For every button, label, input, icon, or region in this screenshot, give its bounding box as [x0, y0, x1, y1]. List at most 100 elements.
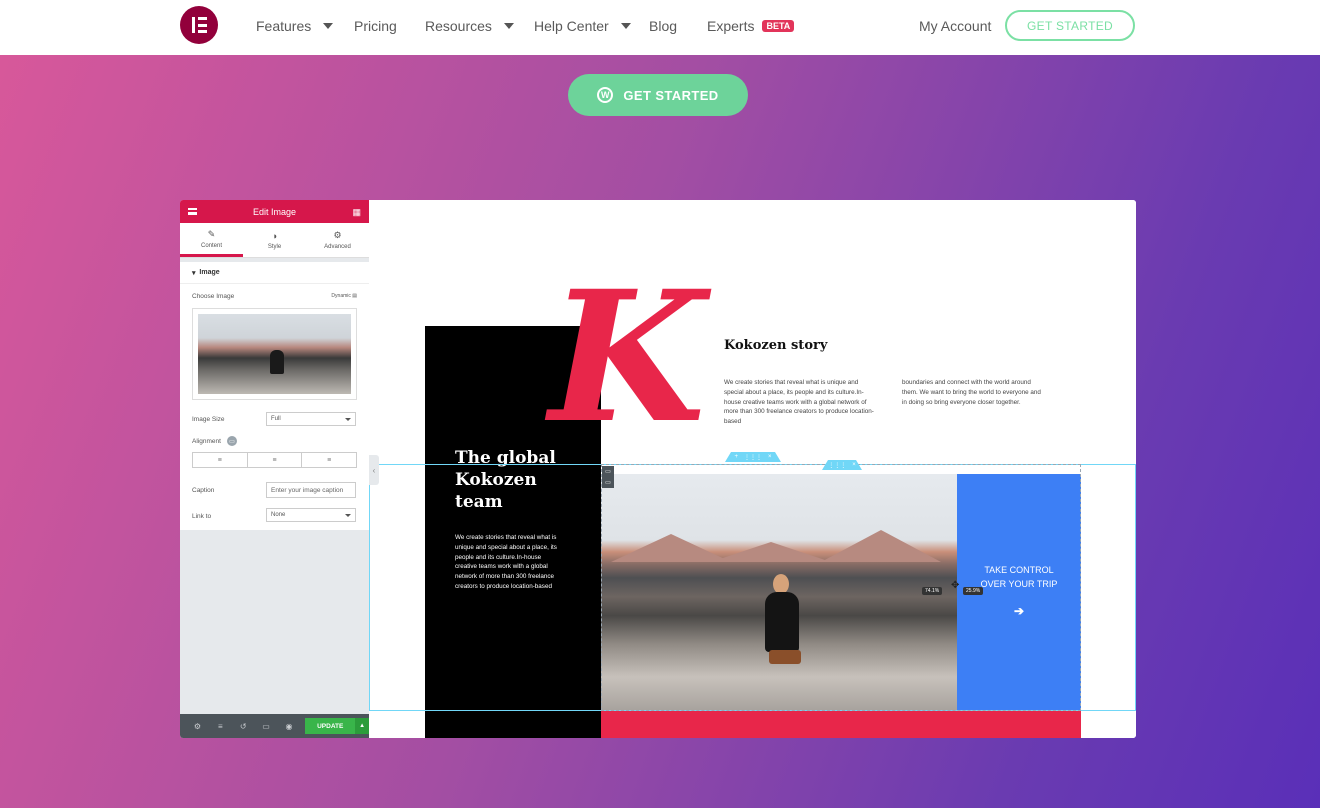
dynamic-tag-button[interactable]: Dynamic ▤	[331, 293, 357, 299]
brand-letter: K	[549, 252, 706, 463]
history-icon[interactable]: ↺	[232, 722, 255, 731]
story-text-col2: boundaries and connect with the world ar…	[902, 379, 1041, 406]
image-size-row: Image Size Full	[180, 408, 369, 430]
align-left-icon[interactable]: ≡	[193, 453, 248, 467]
nav-experts[interactable]: Experts BETA	[707, 18, 795, 34]
image-size-select[interactable]: Full	[266, 412, 356, 426]
column-width-right: 25.9%	[963, 587, 984, 595]
tab-style[interactable]: ◑ Style	[243, 223, 306, 257]
preview-eye-icon[interactable]: ◉	[278, 722, 301, 731]
red-footer-bar	[601, 711, 1081, 738]
chevron-down-icon	[503, 23, 514, 29]
column-icon: ▭	[605, 480, 611, 486]
collapse-panel-icon[interactable]: ‹	[369, 455, 379, 485]
update-button[interactable]: UPDATE	[305, 718, 356, 734]
image-chooser[interactable]	[192, 308, 357, 400]
responsive-toggle-icon[interactable]: ▭	[226, 436, 237, 446]
tab-advanced[interactable]: ⚙ Advanced	[306, 223, 369, 257]
story-heading: Kokozen story	[724, 338, 828, 353]
chevron-down-icon	[323, 23, 334, 29]
story-text-col1: We create stories that reveal what is un…	[724, 379, 874, 425]
nav-features-label: Features	[256, 18, 312, 34]
navigator-icon[interactable]: ≡	[209, 722, 232, 731]
align-center-icon[interactable]: ≡	[248, 453, 303, 467]
wordpress-icon: W	[597, 87, 614, 103]
settings-icon[interactable]: ⚙	[186, 722, 209, 731]
image-section: ▾ Image Choose Image Dynamic ▤ Image Siz…	[180, 262, 369, 530]
column-toolbar[interactable]: ▭ ▭	[602, 466, 614, 488]
hamburger-menu-icon[interactable]	[188, 208, 197, 215]
widgets-grid-icon[interactable]: ▦	[352, 207, 361, 218]
choose-image-row: Choose Image Dynamic ▤	[180, 284, 369, 308]
align-right-icon[interactable]: ≡	[302, 453, 356, 467]
drag-icon: ⋮⋮⋮	[828, 462, 847, 469]
nav-pricing[interactable]: Pricing	[354, 18, 397, 34]
drag-icon: ⋮⋮⋮	[744, 454, 762, 461]
my-account-label: My Account	[919, 18, 992, 34]
tab-content[interactable]: ✎ Content	[180, 223, 243, 257]
nav-features[interactable]: Features	[256, 18, 334, 34]
my-account-link[interactable]: My Account	[919, 18, 991, 34]
nav-resources-label: Resources	[425, 18, 492, 34]
contrast-icon: ◑	[271, 230, 278, 241]
tab-advanced-label: Advanced	[324, 244, 351, 250]
editor-panel: Edit Image ▦ ✎ Content ◑ Style ⚙ Advanced ▾…	[180, 200, 370, 738]
alignment-label: Alignment	[192, 437, 221, 445]
panel-header: Edit Image ▦	[180, 200, 369, 223]
image-size-label: Image Size	[192, 415, 225, 423]
nav-experts-label: Experts	[707, 18, 755, 34]
link-to-row: Link to None	[180, 502, 369, 530]
thumbnail-figure	[270, 350, 284, 374]
tab-style-label: Style	[267, 243, 282, 250]
close-icon: ×	[852, 462, 856, 468]
column-width-left: 74.1%	[922, 587, 943, 595]
inner-section-handle[interactable]: ⋮⋮⋮ ×	[822, 460, 862, 470]
nav-help-center[interactable]: Help Center	[534, 18, 631, 34]
image-size-value: Full	[271, 416, 281, 422]
get-started-nav-button[interactable]: GET STARTED	[1005, 10, 1135, 41]
editor-preview: Edit Image ▦ ✎ Content ◑ Style ⚙ Advanced ▾…	[180, 200, 1136, 738]
alignment-row: Alignment ▭	[180, 430, 369, 452]
caption-label: Caption	[192, 486, 215, 494]
tab-content-label: Content	[200, 242, 222, 249]
responsive-mode-icon[interactable]: ▭	[255, 722, 278, 731]
pencil-icon: ✎	[207, 228, 216, 239]
selected-image-thumbnail	[198, 314, 351, 394]
gear-icon: ⚙	[333, 230, 342, 240]
panel-tabs: ✎ Content ◑ Style ⚙ Advanced	[180, 223, 369, 258]
nav-blog[interactable]: Blog	[649, 18, 677, 34]
top-navigation: Features Pricing Resources Help Center B…	[0, 0, 1320, 55]
add-icon: +	[734, 454, 738, 460]
logo-mark-line	[198, 17, 207, 20]
beta-badge: BETA	[762, 20, 795, 32]
link-to-value: None	[271, 512, 286, 518]
section-handle[interactable]: + ⋮⋮⋮ ×	[725, 452, 781, 462]
page-canvas: K Kokozen story We create stories that r…	[369, 200, 1136, 738]
caption-row: Caption Enter your image caption	[180, 478, 369, 502]
link-to-label: Link to	[192, 512, 212, 520]
nav-blog-label: Blog	[649, 18, 678, 34]
elementor-logo[interactable]	[180, 6, 218, 44]
panel-footer: ⚙ ≡ ↺ ▭ ◉ UPDATE ▲	[180, 714, 370, 738]
logo-mark-line	[198, 23, 207, 27]
alignment-buttons: ≡ ≡ ≡	[192, 452, 357, 468]
get-started-hero-button[interactable]: W GET STARTED	[568, 74, 748, 116]
chevron-down-icon	[620, 23, 631, 29]
link-to-select[interactable]: None	[266, 508, 356, 522]
section-toggle[interactable]: ▾ Image	[180, 262, 369, 284]
caption-input[interactable]: Enter your image caption	[266, 482, 356, 498]
get-started-hero-label: GET STARTED	[623, 87, 719, 103]
column-icon: ▭	[605, 469, 611, 475]
nav-help-center-label: Help Center	[534, 18, 609, 34]
section-title: Image	[199, 269, 220, 276]
resize-handle-icon[interactable]: ✥	[951, 580, 959, 591]
column-outline	[601, 464, 1081, 711]
close-icon: ×	[768, 454, 772, 460]
choose-image-label: Choose Image	[192, 292, 235, 300]
logo-mark	[192, 17, 195, 33]
get-started-nav-label: GET STARTED	[1027, 18, 1113, 33]
nav-pricing-label: Pricing	[354, 18, 397, 34]
nav-resources[interactable]: Resources	[425, 18, 514, 34]
panel-title: Edit Image	[252, 206, 297, 217]
update-options-icon[interactable]: ▲	[355, 718, 370, 734]
